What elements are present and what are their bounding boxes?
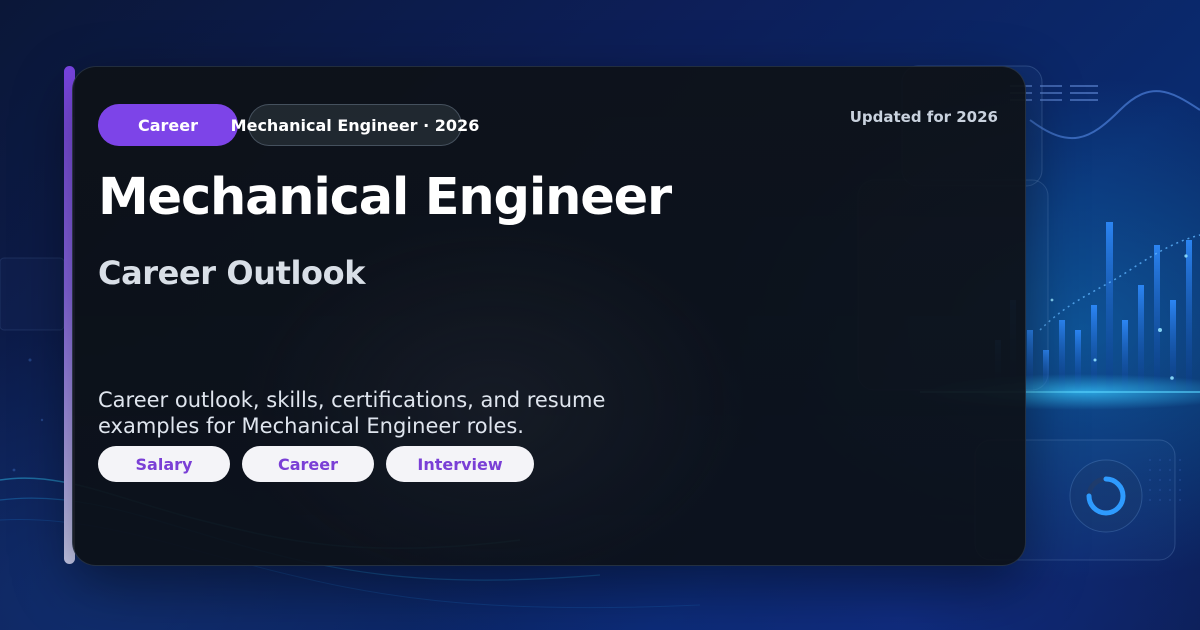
tag-salary[interactable]: Salary (98, 446, 230, 482)
left-sparkles (12, 358, 44, 472)
page-title: Mechanical Engineer (98, 168, 672, 227)
role-year-badge: Mechanical Engineer · 2026 (231, 104, 479, 146)
left-glass-panel (0, 257, 65, 331)
page-subtitle: Career Outlook (98, 254, 366, 292)
tag-list: Salary Career Interview (98, 446, 534, 482)
description: Career outlook, skills, certifications, … (98, 388, 606, 438)
tag-career[interactable]: Career (242, 446, 374, 482)
tag-interview[interactable]: Interview (386, 446, 534, 482)
wave-line-graphic (1029, 90, 1200, 139)
category-badge: Career (98, 104, 238, 146)
updated-label: Updated for 2026 (849, 108, 998, 126)
circle-progress-icon (1069, 459, 1143, 533)
sparkle-dots (1050, 254, 1188, 380)
